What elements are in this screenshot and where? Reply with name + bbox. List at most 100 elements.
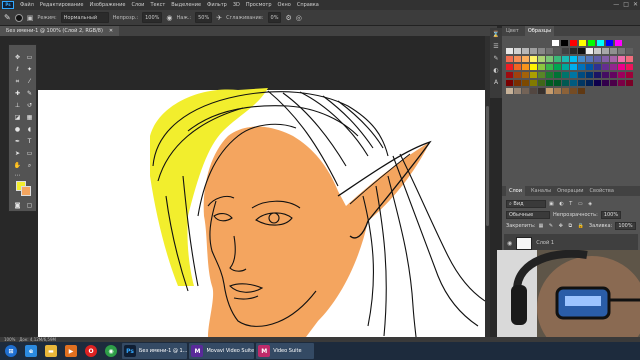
color-swatch[interactable] [606,40,613,46]
color-swatch[interactable] [570,48,577,54]
color-swatch[interactable] [602,64,609,70]
color-swatch[interactable] [514,80,521,86]
color-swatch[interactable] [570,64,577,70]
color-swatch[interactable] [514,88,521,94]
color-swatch[interactable] [546,64,553,70]
color-swatch[interactable] [530,48,537,54]
tab-properties[interactable]: Свойства [590,188,614,194]
tab-channels[interactable]: Каналы [531,188,551,194]
color-swatch[interactable] [506,88,513,94]
color-swatch[interactable] [579,40,586,46]
color-swatch[interactable] [594,64,601,70]
color-swatch[interactable] [522,48,529,54]
color-swatch[interactable] [586,56,593,62]
brush-settings-icon[interactable]: ✎ [491,54,501,64]
menu-layers[interactable]: Слои [128,2,147,8]
color-swatch[interactable] [610,56,617,62]
color-swatch[interactable] [506,64,513,70]
quick-mask-icon[interactable]: ◙ [13,201,22,210]
color-swatch[interactable] [586,64,593,70]
color-swatch[interactable] [578,64,585,70]
color-swatch[interactable] [618,80,625,86]
color-swatch[interactable] [602,72,609,78]
menu-image[interactable]: Изображение [86,2,128,8]
scrollbar-thumb[interactable] [486,106,489,226]
color-swatch[interactable] [610,48,617,54]
color-swatch[interactable] [610,80,617,86]
taskbar-ie[interactable]: e [22,343,40,359]
path-select-tool-icon[interactable]: ➤ [13,149,22,158]
color-swatch[interactable] [554,88,561,94]
color-swatch[interactable] [514,56,521,62]
color-swatch[interactable] [562,56,569,62]
properties-panel-icon[interactable]: ☰ [491,42,501,52]
shape-tool-icon[interactable]: ▭ [25,149,34,158]
lock-icons[interactable]: ▦ ✎ ✥ ⧉ 🔒 [539,223,586,229]
pressure-size-icon[interactable]: ◎ [296,14,302,22]
move-tool-icon[interactable]: ✥ [13,53,22,62]
blend-mode-select[interactable]: Обычные [506,211,550,219]
menu-3d[interactable]: 3D [230,2,243,8]
hand-tool-icon[interactable]: ✋ [13,161,22,170]
pressure-opacity-icon[interactable]: ◉ [166,14,172,22]
menu-filter[interactable]: Фильтр [204,2,230,8]
color-swatch[interactable] [506,56,513,62]
color-swatch[interactable] [561,40,568,46]
gradient-tool-icon[interactable]: ▦ [25,113,34,122]
color-swatch[interactable] [530,56,537,62]
menu-file[interactable]: Файл [17,2,37,8]
brush-panel-icon[interactable]: ▣ [27,14,34,22]
pen-tool-icon[interactable]: ✒ [13,137,22,146]
color-swatch[interactable] [546,48,553,54]
color-swatch[interactable] [588,40,595,46]
visibility-eye-icon[interactable]: ◉ [507,240,512,247]
start-button[interactable]: ⊞ [2,343,20,359]
brush-tool-icon[interactable]: ✎ [4,13,11,22]
color-swatch[interactable] [530,88,537,94]
color-swatch[interactable] [578,56,585,62]
menu-view[interactable]: Просмотр [243,2,275,8]
color-swatch[interactable] [514,72,521,78]
taskbar-photoshop[interactable]: Ps Без имени-1 @ 1... [122,343,188,359]
color-swatch[interactable] [514,48,521,54]
layer-kind-filter[interactable]: ⌕ Вид [506,200,546,208]
marquee-tool-icon[interactable]: ▭ [25,53,34,62]
color-swatch[interactable] [522,64,529,70]
taskbar-chrome[interactable]: ◉ [102,343,120,359]
color-swatch[interactable] [578,72,585,78]
color-swatch[interactable] [554,80,561,86]
color-swatch[interactable] [570,88,577,94]
color-swatch[interactable] [626,80,633,86]
filter-icons[interactable]: ▣ ◐ T ▭ ◈ [549,201,594,207]
color-swatch[interactable] [570,80,577,86]
menu-edit[interactable]: Редактирование [37,2,87,8]
color-swatch[interactable] [586,80,593,86]
color-swatch[interactable] [602,56,609,62]
color-swatch[interactable] [578,80,585,86]
eraser-tool-icon[interactable]: ◪ [13,113,22,122]
background-color-swatch[interactable] [21,186,31,196]
edit-toolbar-icon[interactable]: ⋯ [13,171,22,180]
airbrush-icon[interactable]: ✈ [216,14,222,22]
color-swatch[interactable] [522,80,529,86]
mode-select[interactable]: Нормальный [60,12,109,23]
color-swatch[interactable] [538,56,545,62]
clone-stamp-tool-icon[interactable]: ⊥ [13,101,22,110]
color-swatch[interactable] [602,48,609,54]
opacity-field[interactable]: 100% [142,12,163,23]
menu-text[interactable]: Текст [147,2,168,8]
lasso-tool-icon[interactable]: ℓ [13,65,22,74]
taskbar-explorer[interactable]: ▬ [42,343,60,359]
color-swatch[interactable] [562,48,569,54]
color-swatch[interactable] [546,88,553,94]
color-swatch[interactable] [506,80,513,86]
color-swatch[interactable] [554,48,561,54]
color-swatch[interactable] [618,56,625,62]
color-swatch[interactable] [570,56,577,62]
color-swatch[interactable] [610,64,617,70]
brush-tool-icon[interactable]: ✎ [25,89,34,98]
color-swatch[interactable] [626,56,633,62]
close-tab-icon[interactable]: ✕ [109,28,113,34]
color-swatch[interactable] [578,88,585,94]
color-swatch[interactable] [530,80,537,86]
